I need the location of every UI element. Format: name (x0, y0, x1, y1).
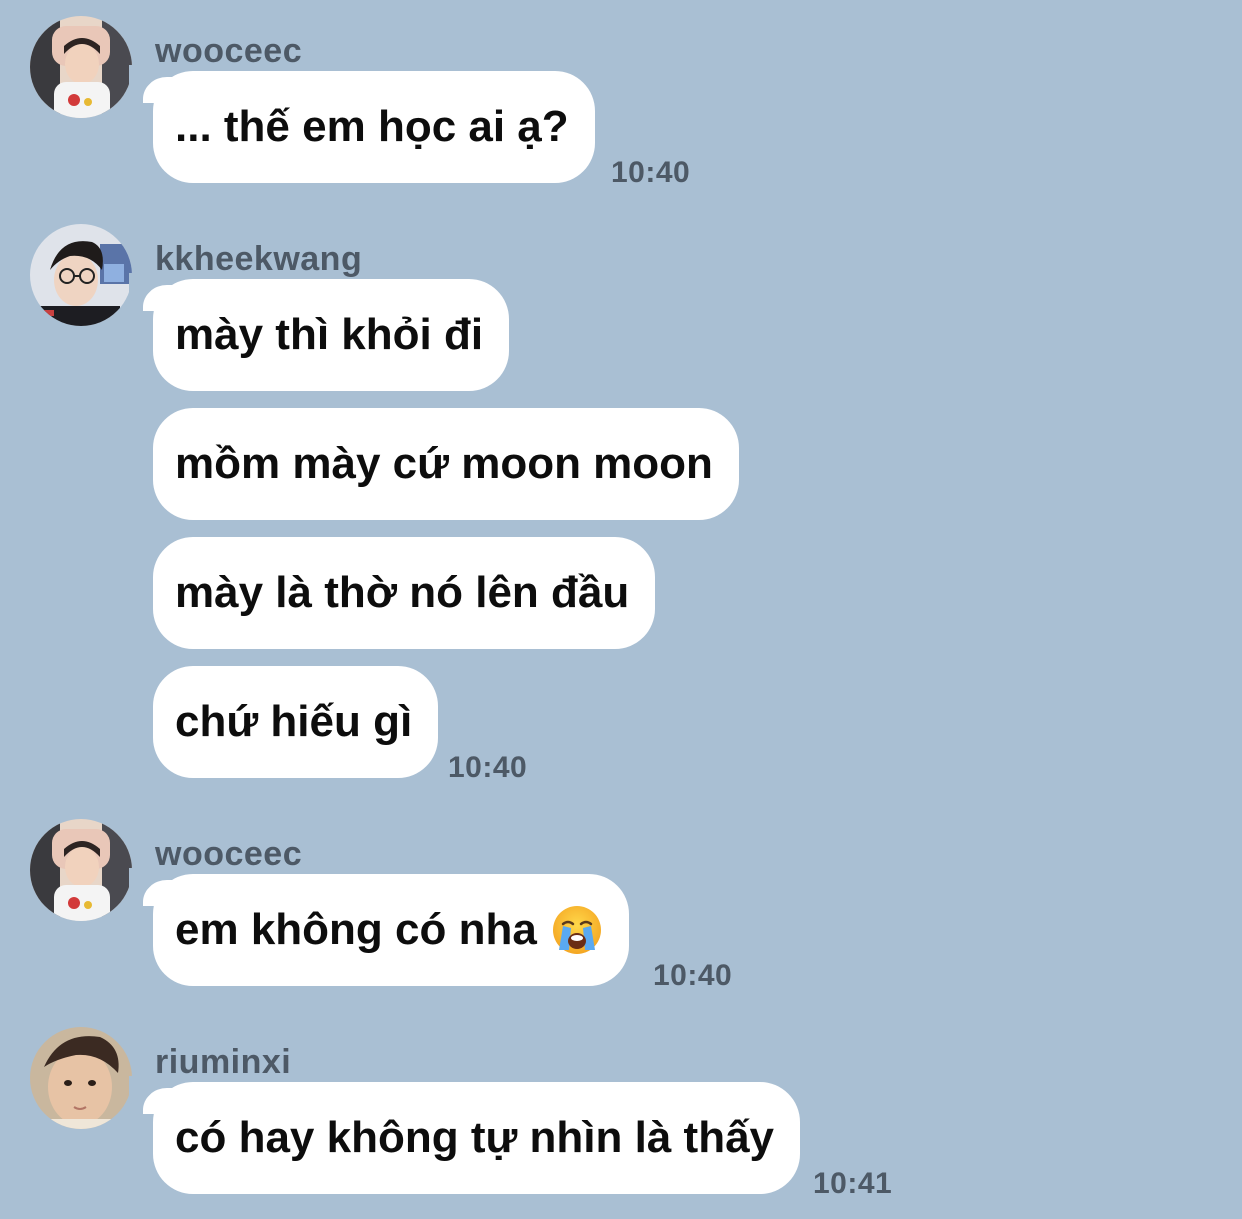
sender-name: kkheekwang (155, 240, 363, 278)
message-bubble[interactable]: chứ hiếu gì (153, 666, 439, 778)
chat-thread: wooceec ... thế em học ai ạ? 10:40 kkhee… (0, 0, 1242, 1219)
message-bubble[interactable]: mày thì khỏi đi (128, 273, 510, 391)
avatar[interactable] (30, 16, 132, 118)
message-bubble[interactable]: mày là thờ nó lên đầu (153, 537, 656, 649)
sender-name: wooceec (155, 835, 303, 873)
message-bubble[interactable]: có hay không tự nhìn là thấy (128, 1076, 801, 1194)
avatar[interactable] (30, 1027, 132, 1129)
message-bubble[interactable]: em không có nha (129, 868, 629, 986)
loudly-crying-face-icon (551, 904, 603, 956)
message-bubble[interactable]: ... thế em học ai ạ? (129, 65, 595, 183)
message-text: chứ hiếu gì (175, 697, 413, 746)
message-text: ... thế em học ai ạ? (175, 102, 569, 151)
timestamp: 10:40 (448, 751, 528, 784)
message-text: có hay không tự nhìn là thấy (175, 1113, 775, 1162)
timestamp: 10:41 (813, 1167, 893, 1200)
sender-name: wooceec (155, 32, 303, 70)
message-text: mày là thờ nó lên đầu (175, 568, 630, 617)
timestamp: 10:40 (653, 959, 733, 992)
avatar[interactable] (30, 224, 132, 326)
timestamp: 10:40 (611, 156, 691, 189)
message-text: em không có nha (175, 905, 537, 954)
message-bubble[interactable]: mồm mày cứ moon moon (153, 408, 739, 520)
message-text: mày thì khỏi đi (175, 310, 484, 359)
avatar[interactable] (30, 819, 132, 921)
message-text: mồm mày cứ moon moon (175, 439, 713, 488)
sender-name: riuminxi (155, 1043, 292, 1081)
